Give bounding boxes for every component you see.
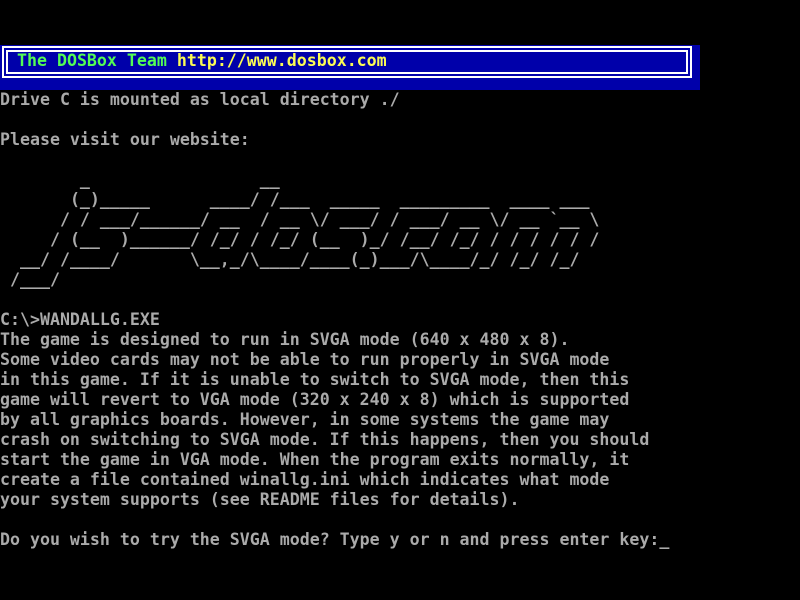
text-cursor: _ [659,530,669,549]
jsdos-ascii-art-logo: _ __ (_)_____ ____/ /___ _____ _________… [10,170,599,290]
dos-command-line: C:\>WANDALLG.EXE [0,310,160,330]
program-output-text: The game is designed to run in SVGA mode… [0,330,649,510]
banner-text: The DOSBox Team http://www.dosbox.com [17,51,387,71]
dosbox-welcome-banner: The DOSBox Team http://www.dosbox.com [0,45,700,90]
website-invite-message: Please visit our website: [0,130,250,150]
mount-message: Drive C is mounted as local directory ./ [0,90,400,110]
prompt-text: Do you wish to try the SVGA mode? Type y… [0,530,659,549]
svga-mode-prompt[interactable]: Do you wish to try the SVGA mode? Type y… [0,530,669,550]
banner-team-label: The DOSBox Team [17,51,167,70]
banner-website-url: http://www.dosbox.com [177,51,387,70]
dosbox-terminal-screen[interactable]: The DOSBox Team http://www.dosbox.com Dri… [0,0,800,600]
